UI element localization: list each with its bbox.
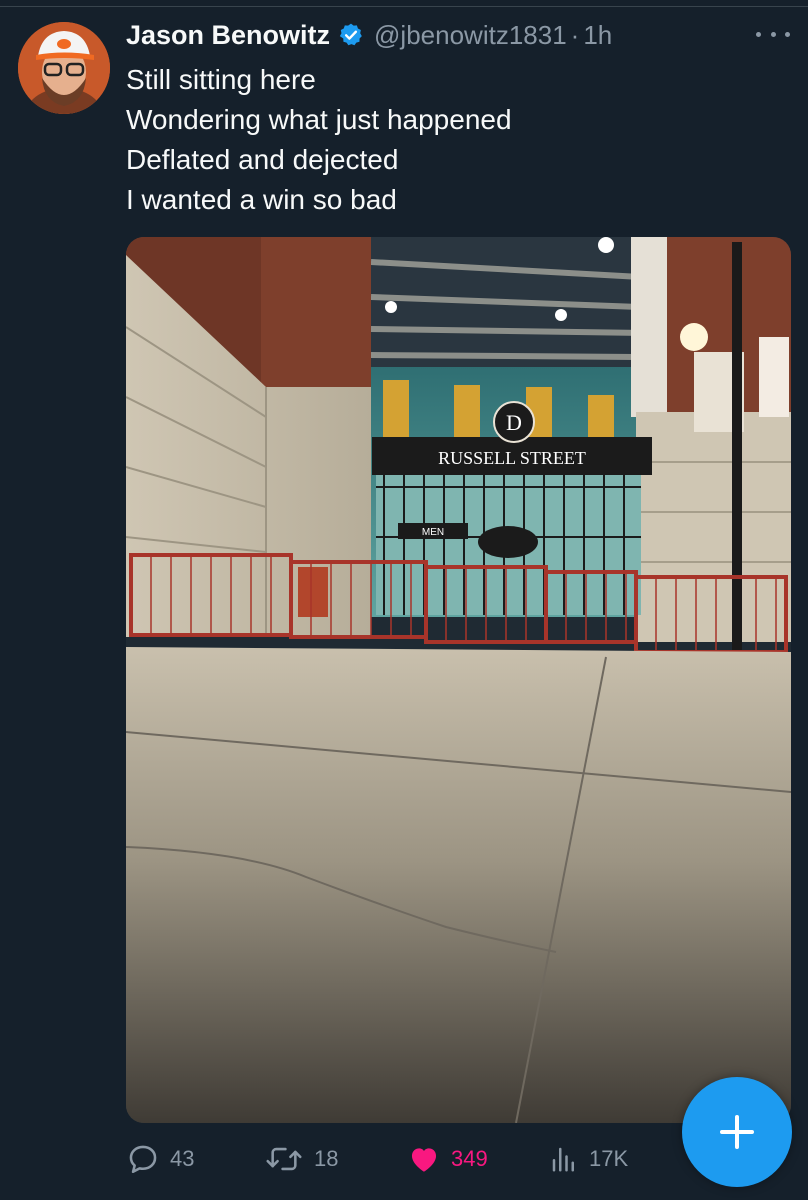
tweet-timestamp[interactable]: 1h: [583, 20, 612, 51]
retweet-count: 18: [314, 1146, 339, 1171]
tweet-photo[interactable]: D RUSSELL STREET MEN: [126, 237, 791, 1123]
top-divider: [0, 6, 808, 7]
like-count: 349: [451, 1146, 488, 1171]
retweet-button[interactable]: 18: [264, 1140, 338, 1178]
like-button[interactable]: 349: [407, 1140, 488, 1178]
separator-dot: ·: [570, 19, 580, 50]
tweet-text: Still sitting here Wondering what just h…: [126, 60, 512, 220]
view-count: 17K: [589, 1146, 629, 1171]
views-button[interactable]: 17K: [549, 1140, 628, 1178]
avatar-image: [18, 22, 110, 114]
verified-badge-icon: [338, 22, 364, 48]
author-display-name[interactable]: Jason Benowitz: [126, 20, 330, 51]
compose-button[interactable]: [682, 1077, 792, 1187]
more-options-icon[interactable]: [756, 22, 790, 46]
sign-emblem-letter: D: [506, 410, 522, 435]
retweet-icon: [266, 1147, 302, 1171]
reply-icon: [129, 1145, 157, 1174]
tweet-header: Jason Benowitz @jbenowitz1831 · 1h: [126, 14, 612, 56]
russell-street-sign: RUSSELL STREET: [438, 448, 586, 468]
tweet-text-line: I wanted a win so bad: [126, 184, 397, 215]
tweet-text-line: Deflated and dejected: [126, 144, 399, 175]
author-avatar[interactable]: [18, 22, 110, 114]
author-handle[interactable]: @jbenowitz1831: [374, 20, 567, 51]
plus-icon: [720, 1115, 754, 1149]
tweet-text-line: Wondering what just happened: [126, 104, 512, 135]
reply-count: 43: [170, 1146, 195, 1171]
tweet-text-line: Still sitting here: [126, 64, 316, 95]
reply-button[interactable]: 43: [126, 1140, 194, 1178]
views-chart-icon: [552, 1147, 574, 1172]
photo-scene: D RUSSELL STREET MEN: [126, 237, 791, 1123]
door-sign: MEN: [422, 527, 444, 538]
heart-filled-icon: [411, 1148, 437, 1172]
